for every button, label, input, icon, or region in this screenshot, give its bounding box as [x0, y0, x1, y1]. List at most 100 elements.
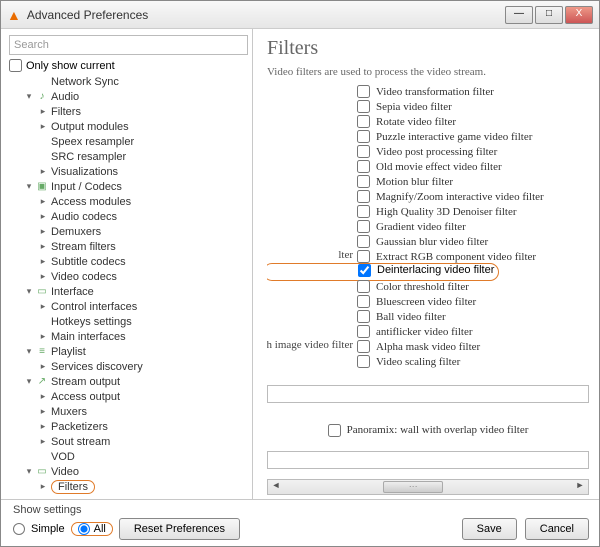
tree-row[interactable]: Visualizations [9, 164, 248, 179]
tree-twisty-icon[interactable] [37, 196, 49, 207]
tree-row[interactable]: Output modules [9, 494, 248, 495]
filter-checkbox[interactable] [357, 355, 370, 368]
tree-twisty-icon[interactable] [23, 376, 35, 387]
reset-button[interactable]: Reset Preferences [119, 518, 240, 540]
tree-twisty-icon[interactable] [37, 121, 49, 132]
tree-label: Network Sync [49, 76, 119, 88]
settings-tree[interactable]: Network Sync♪AudioFiltersOutput modulesS… [9, 74, 248, 495]
tree-label: Audio codecs [49, 211, 117, 223]
tree-row[interactable]: Speex resampler [9, 134, 248, 149]
filter-checkbox[interactable] [357, 280, 370, 293]
page-title: Filters [267, 37, 589, 60]
tree-twisty-icon[interactable] [23, 286, 35, 297]
filter-checkbox[interactable] [357, 340, 370, 353]
tree-twisty-icon[interactable] [37, 211, 49, 222]
tree-twisty-icon[interactable] [37, 226, 49, 237]
tree-row[interactable]: Access output [9, 389, 248, 404]
tree-twisty-icon[interactable] [37, 271, 49, 282]
minimize-button[interactable]: — [505, 6, 533, 24]
tree-row[interactable]: Services discovery [9, 359, 248, 374]
filter-row: Video transformation filter [267, 84, 589, 99]
tree-twisty-icon[interactable] [37, 361, 49, 372]
tree-row[interactable]: Subtitle codecs [9, 254, 248, 269]
filter-checkbox[interactable] [357, 85, 370, 98]
tree-row[interactable]: Control interfaces [9, 299, 248, 314]
tree-row[interactable]: ♪Audio [9, 89, 248, 104]
tree-twisty-icon[interactable] [37, 481, 49, 492]
tree-row[interactable]: Video codecs [9, 269, 248, 284]
tree-row[interactable]: Main interfaces [9, 329, 248, 344]
filter-checkbox[interactable] [357, 115, 370, 128]
filter-checkbox[interactable] [357, 175, 370, 188]
tree-row[interactable]: Demuxers [9, 224, 248, 239]
tree-row[interactable]: ≡Playlist [9, 344, 248, 359]
tree-row[interactable]: Network Sync [9, 74, 248, 89]
maximize-button[interactable]: □ [535, 6, 563, 24]
simple-radio[interactable] [13, 523, 25, 535]
tree-row[interactable]: Audio codecs [9, 209, 248, 224]
filter-row: Gaussian blur video filter [267, 234, 589, 249]
tree-twisty-icon[interactable] [37, 106, 49, 117]
tree-twisty-icon[interactable] [37, 301, 49, 312]
filter-checkbox[interactable] [357, 235, 370, 248]
tree-row[interactable]: Filters [9, 104, 248, 119]
tree-twisty-icon[interactable] [23, 181, 35, 192]
tree-row[interactable]: Sout stream [9, 434, 248, 449]
tree-row[interactable]: Access modules [9, 194, 248, 209]
tree-row[interactable]: Stream filters [9, 239, 248, 254]
tree-row[interactable]: ▣Input / Codecs [9, 179, 248, 194]
tree-row[interactable]: VOD [9, 449, 248, 464]
tree-twisty-icon[interactable] [37, 406, 49, 417]
filter-checkbox[interactable] [357, 220, 370, 233]
tree-category-icon: ▭ [35, 286, 49, 297]
panoramix-checkbox[interactable] [328, 424, 341, 437]
filter-checkbox[interactable] [357, 205, 370, 218]
close-button[interactable]: X [565, 6, 593, 24]
search-input[interactable] [9, 35, 248, 55]
tree-twisty-icon[interactable] [37, 391, 49, 402]
filter-text-field[interactable] [267, 385, 589, 403]
tree-row[interactable]: SRC resampler [9, 149, 248, 164]
tree-row[interactable]: ↗Stream output [9, 374, 248, 389]
tree-row[interactable]: Hotkeys settings [9, 314, 248, 329]
tree-twisty-icon[interactable] [37, 421, 49, 432]
panoramix-text-field[interactable] [267, 451, 589, 469]
filter-checkbox[interactable] [357, 250, 370, 263]
cancel-button[interactable]: Cancel [525, 518, 589, 540]
tree-twisty-icon[interactable] [23, 91, 35, 102]
tree-row[interactable]: Muxers [9, 404, 248, 419]
horizontal-scrollbar[interactable]: ◄ ► [267, 479, 589, 495]
tree-row[interactable]: Filters [9, 479, 248, 494]
scroll-left-icon[interactable]: ◄ [268, 480, 284, 494]
filter-checkbox[interactable] [357, 100, 370, 113]
tree-label: Sout stream [49, 436, 110, 448]
tree-twisty-icon[interactable] [37, 241, 49, 252]
all-radio[interactable] [78, 523, 90, 535]
tree-category-icon: ↗ [35, 376, 49, 387]
save-button[interactable]: Save [462, 518, 517, 540]
tree-twisty-icon[interactable] [23, 466, 35, 477]
tree-label: Filters [49, 106, 81, 118]
filter-checkbox[interactable] [358, 264, 371, 277]
tree-row[interactable]: ▭Interface [9, 284, 248, 299]
filter-label: Motion blur filter [376, 176, 453, 188]
tree-twisty-icon[interactable] [23, 346, 35, 357]
scroll-right-icon[interactable]: ► [572, 480, 588, 494]
tree-twisty-icon[interactable] [37, 331, 49, 342]
tree-twisty-icon[interactable] [37, 436, 49, 447]
tree-row[interactable]: ▭Video [9, 464, 248, 479]
filter-checkbox[interactable] [357, 310, 370, 323]
filter-checkbox[interactable] [357, 130, 370, 143]
filter-checkbox[interactable] [357, 190, 370, 203]
filter-checkbox[interactable] [357, 160, 370, 173]
only-show-current-checkbox[interactable] [9, 59, 22, 72]
tree-row[interactable]: Packetizers [9, 419, 248, 434]
tree-row[interactable]: Output modules [9, 119, 248, 134]
filter-checkbox[interactable] [357, 295, 370, 308]
scroll-thumb[interactable] [383, 481, 443, 493]
tree-twisty-icon[interactable] [37, 256, 49, 267]
filter-checkbox[interactable] [357, 325, 370, 338]
tree-twisty-icon[interactable] [37, 166, 49, 177]
filter-checkbox[interactable] [357, 145, 370, 158]
filter-row: Video post processing filter [267, 144, 589, 159]
